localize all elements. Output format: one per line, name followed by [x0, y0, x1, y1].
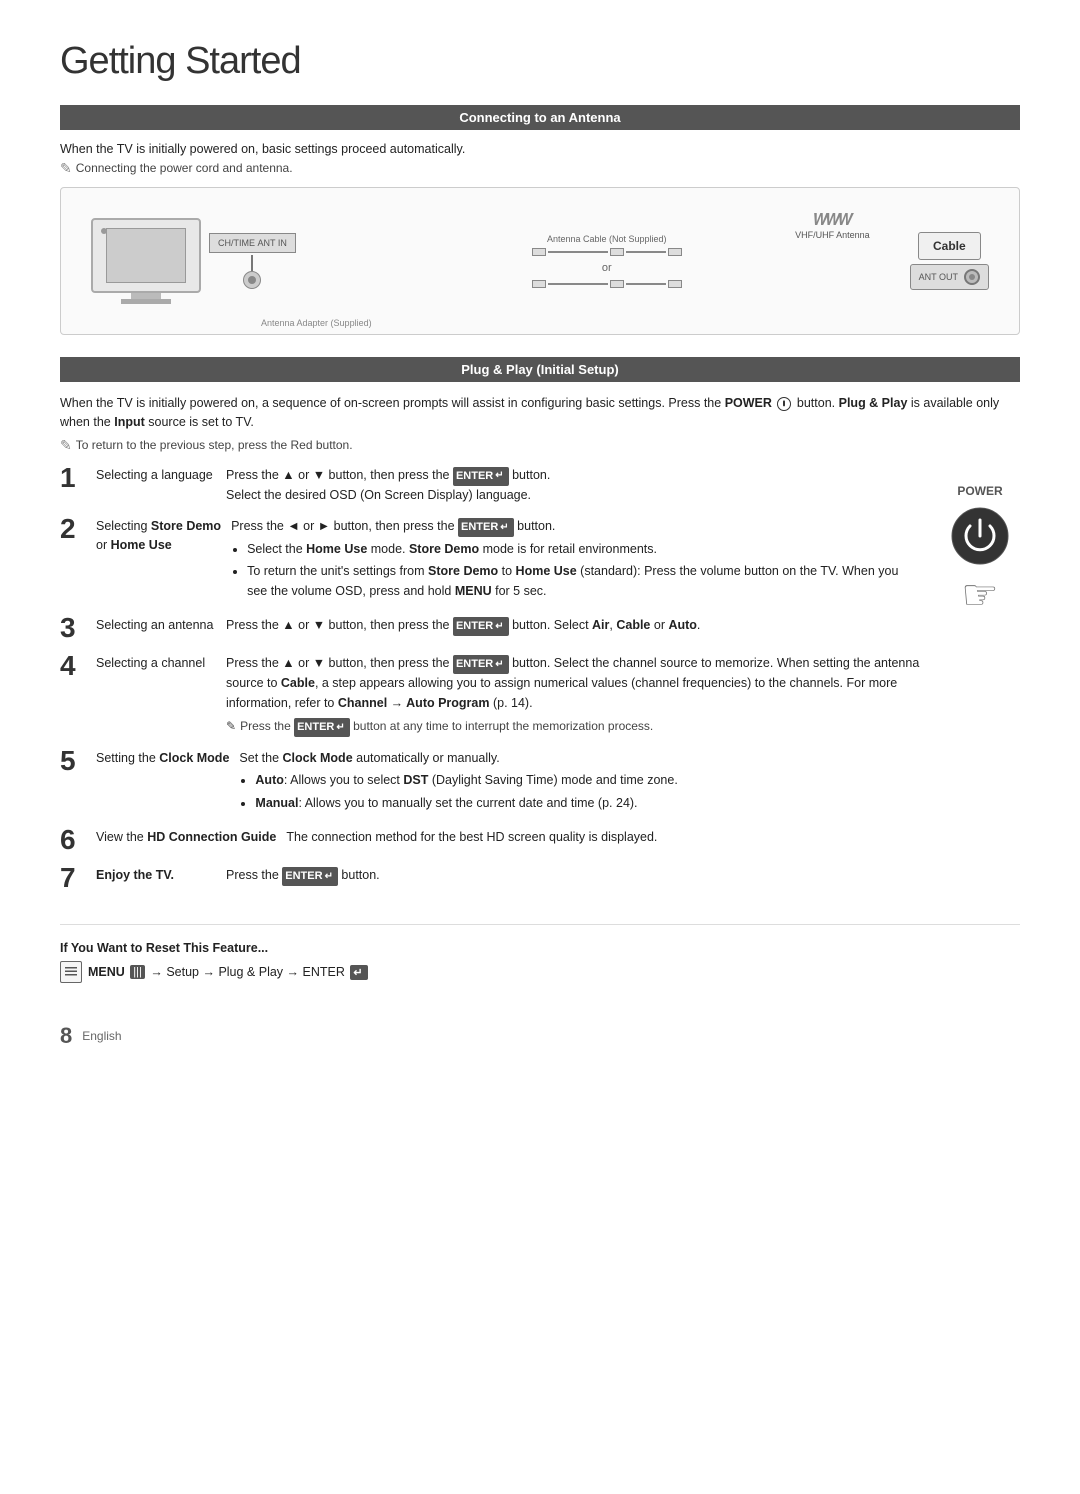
step-desc-1: Press the ▲ or ▼ button, then press the … — [226, 464, 920, 505]
step-label-1: Selecting a language — [96, 464, 226, 485]
step-number-4: 4 — [60, 652, 96, 680]
adapter-label: Antenna Adapter (Supplied) — [261, 318, 372, 328]
footer-lang: English — [82, 1029, 121, 1043]
step4-note: ✎ Press the ENTER↵ button at any time to… — [226, 717, 920, 737]
section2-header: Plug & Play (Initial Setup) — [60, 357, 1020, 382]
section1-intro: When the TV is initially powered on, bas… — [60, 142, 1020, 156]
step-row-7: 7 Enjoy the TV. Press the ENTER↵ button. — [60, 864, 920, 892]
step-desc-6: The connection method for the best HD sc… — [286, 826, 920, 847]
step-number-7: 7 — [60, 864, 96, 892]
reset-section: If You Want to Reset This Feature... MEN… — [60, 924, 1020, 983]
step-number-5: 5 — [60, 747, 96, 775]
section2-note: ✎ To return to the previous step, press … — [60, 438, 1020, 454]
page-title: Getting Started — [60, 40, 1020, 83]
step-row-3: 3 Selecting an antenna Press the ▲ or ▼ … — [60, 614, 920, 642]
power-button-icon — [950, 506, 1010, 566]
step-row-5: 5 Setting the Clock Mode Set the Clock M… — [60, 747, 920, 816]
step-desc-3: Press the ▲ or ▼ button, then press the … — [226, 614, 920, 636]
step-number-1: 1 — [60, 464, 96, 492]
step-row-6: 6 View the HD Connection Guide The conne… — [60, 826, 920, 854]
step-desc-5: Set the Clock Mode automatically or manu… — [239, 747, 920, 816]
cable-box: Cable ANT OUT — [910, 232, 989, 290]
page-footer: 8 English — [60, 1023, 1020, 1049]
step-number-6: 6 — [60, 826, 96, 854]
step-row-1: 1 Selecting a language Press the ▲ or ▼ … — [60, 464, 920, 505]
step-desc-4: Press the ▲ or ▼ button, then press the … — [226, 652, 920, 737]
antenna-diagram: CH/TIME ANT IN Antenna Cable (Not Suppli… — [60, 187, 1020, 335]
menu-cmd-text: MENU ||| → Setup → Plug & Play → ENTER ↵ — [88, 965, 368, 980]
menu-icon — [60, 961, 82, 983]
section1-header: Connecting to an Antenna — [60, 105, 1020, 130]
menu-command: MENU ||| → Setup → Plug & Play → ENTER ↵ — [60, 961, 1020, 983]
step-desc-7: Press the ENTER↵ button. — [226, 864, 920, 886]
reset-heading: If You Want to Reset This Feature... — [60, 941, 268, 955]
note-icon: ✎ — [60, 160, 72, 177]
step-label-7: Enjoy the TV. — [96, 864, 226, 885]
page-number: 8 — [60, 1023, 72, 1049]
step-row-2: 2 Selecting Store Demoor Home Use Press … — [60, 515, 920, 604]
step-label-5: Setting the Clock Mode — [96, 747, 239, 768]
power-illustration: POWER ☞ — [940, 464, 1020, 903]
tv-illustration — [91, 218, 201, 304]
section1-note: ✎ Connecting the power cord and antenna. — [60, 161, 1020, 177]
step-label-4: Selecting a channel — [96, 652, 226, 673]
hand-icon: ☞ — [961, 574, 999, 616]
step-number-3: 3 — [60, 614, 96, 642]
steps-list: 1 Selecting a language Press the ▲ or ▼ … — [60, 464, 920, 903]
step-label-6: View the HD Connection Guide — [96, 826, 286, 847]
step-row-4: 4 Selecting a channel Press the ▲ or ▼ b… — [60, 652, 920, 737]
cable-connectors: Antenna Cable (Not Supplied) or — [304, 234, 910, 288]
tv-connectors: CH/TIME ANT IN — [209, 233, 296, 289]
step-number-2: 2 — [60, 515, 96, 543]
steps-wrapper: 1 Selecting a language Press the ▲ or ▼ … — [60, 464, 1020, 903]
step-desc-2: Press the ◄ or ► button, then press the … — [231, 515, 920, 604]
step-label-3: Selecting an antenna — [96, 614, 226, 635]
step-label-2: Selecting Store Demoor Home Use — [96, 515, 231, 555]
section2-intro: When the TV is initially powered on, a s… — [60, 394, 1020, 432]
